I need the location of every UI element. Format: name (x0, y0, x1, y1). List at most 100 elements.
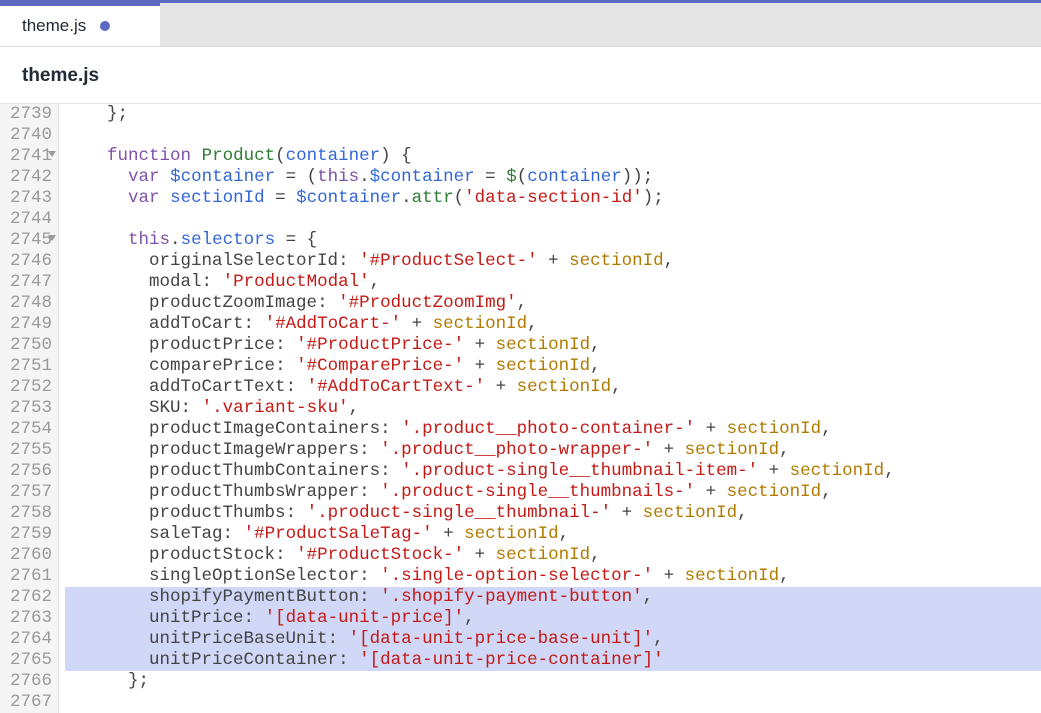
line-number[interactable]: 2757 (10, 482, 52, 503)
line-number[interactable]: 2748 (10, 293, 52, 314)
code-line[interactable] (65, 125, 1041, 146)
code-line[interactable]: productPrice: '#ProductPrice-' + section… (65, 335, 1041, 356)
tab-bar: theme.js (0, 3, 1041, 47)
code-line[interactable]: addToCartText: '#AddToCartText-' + secti… (65, 377, 1041, 398)
line-number[interactable]: 2744 (10, 209, 52, 230)
line-number[interactable]: 2758 (10, 503, 52, 524)
line-number[interactable]: 2742 (10, 167, 52, 188)
line-number[interactable]: 2756 (10, 461, 52, 482)
code-token: , (779, 440, 790, 460)
code-line[interactable]: productThumbContainers: '.product-single… (65, 461, 1041, 482)
code-token: '#ProductSaleTag-' (244, 524, 433, 544)
code-token: + (401, 314, 433, 334)
line-number[interactable]: 2752 (10, 377, 52, 398)
code-token: : (275, 545, 296, 565)
code-token: = (475, 167, 507, 187)
code-line[interactable]: productThumbs: '.product-single__thumbna… (65, 503, 1041, 524)
code-token: productThumbContainers (149, 461, 380, 481)
line-number[interactable]: 2740 (10, 125, 52, 146)
code-token: sectionId (464, 524, 559, 544)
code-token: singleOptionSelector (149, 566, 359, 586)
line-number[interactable]: 2747 (10, 272, 52, 293)
code-token: : (244, 314, 265, 334)
modified-indicator-icon (100, 21, 110, 31)
code-token: unitPriceBaseUnit (149, 629, 328, 649)
line-number[interactable]: 2760 (10, 545, 52, 566)
line-number[interactable]: 2745 (10, 230, 52, 251)
code-line[interactable]: productZoomImage: '#ProductZoomImg', (65, 293, 1041, 314)
code-token: : (244, 608, 265, 628)
code-token: , (643, 587, 654, 607)
code-line[interactable]: productStock: '#ProductStock-' + section… (65, 545, 1041, 566)
line-number[interactable]: 2739 (10, 104, 52, 125)
tab-theme-js[interactable]: theme.js (0, 3, 160, 46)
code-line[interactable]: comparePrice: '#ComparePrice-' + section… (65, 356, 1041, 377)
code-line[interactable]: productImageContainers: '.product__photo… (65, 419, 1041, 440)
code-editor[interactable]: 2739274027412742274327442745274627472748… (0, 104, 1041, 713)
code-line[interactable]: unitPriceBaseUnit: '[data-unit-price-bas… (65, 629, 1041, 650)
code-token (160, 167, 171, 187)
line-number[interactable]: 2762 (10, 587, 52, 608)
breadcrumb[interactable]: theme.js (0, 47, 1041, 104)
code-line[interactable]: originalSelectorId: '#ProductSelect-' + … (65, 251, 1041, 272)
line-number[interactable]: 2764 (10, 629, 52, 650)
line-number[interactable]: 2759 (10, 524, 52, 545)
code-token: 'ProductModal' (223, 272, 370, 292)
code-line[interactable] (65, 692, 1041, 713)
code-token: SKU (149, 398, 181, 418)
line-number[interactable]: 2743 (10, 188, 52, 209)
code-line[interactable]: this.selectors = { (65, 230, 1041, 251)
line-number[interactable]: 2746 (10, 251, 52, 272)
breadcrumb-file: theme.js (22, 65, 99, 86)
code-line[interactable]: unitPrice: '[data-unit-price]', (65, 608, 1041, 629)
code-line[interactable]: shopifyPaymentButton: '.shopify-payment-… (65, 587, 1041, 608)
line-number[interactable]: 2754 (10, 419, 52, 440)
code-token: , (590, 545, 601, 565)
code-token: '#ProductZoomImg' (338, 293, 517, 313)
code-token: '.product-single__thumbnail-item-' (401, 461, 758, 481)
code-line[interactable] (65, 209, 1041, 230)
line-number[interactable]: 2755 (10, 440, 52, 461)
line-number-gutter[interactable]: 2739274027412742274327442745274627472748… (0, 104, 59, 713)
code-line[interactable]: }; (65, 104, 1041, 125)
line-number[interactable]: 2763 (10, 608, 52, 629)
line-number[interactable]: 2750 (10, 335, 52, 356)
code-line[interactable]: SKU: '.variant-sku', (65, 398, 1041, 419)
code-token: , (821, 482, 832, 502)
code-token: ) (380, 146, 391, 166)
code-token: $container (170, 167, 275, 187)
code-line[interactable]: }; (65, 671, 1041, 692)
code-content[interactable]: }; function Product(container) { var $co… (59, 104, 1041, 713)
code-line[interactable]: saleTag: '#ProductSaleTag-' + sectionId, (65, 524, 1041, 545)
code-token: unitPrice (149, 608, 244, 628)
line-number[interactable]: 2761 (10, 566, 52, 587)
code-line[interactable]: unitPriceContainer: '[data-unit-price-co… (65, 650, 1041, 671)
code-line[interactable]: var sectionId = $container.attr('data-se… (65, 188, 1041, 209)
code-line[interactable]: productThumbsWrapper: '.product-single__… (65, 482, 1041, 503)
code-token: : (275, 356, 296, 376)
line-number[interactable]: 2741 (10, 146, 52, 167)
code-token: productPrice (149, 335, 275, 355)
code-token: = (265, 188, 297, 208)
fold-icon[interactable] (48, 235, 56, 241)
code-token: . (359, 167, 370, 187)
code-line[interactable]: var $container = (this.$container = $(co… (65, 167, 1041, 188)
code-line[interactable]: singleOptionSelector: '.single-option-se… (65, 566, 1041, 587)
line-number[interactable]: 2765 (10, 650, 52, 671)
code-line[interactable]: addToCart: '#AddToCart-' + sectionId, (65, 314, 1041, 335)
code-token: '.single-option-selector-' (380, 566, 653, 586)
code-token: )); (622, 167, 654, 187)
line-number[interactable]: 2767 (10, 692, 52, 713)
code-line[interactable]: function Product(container) { (65, 146, 1041, 167)
code-token: : (359, 482, 380, 502)
line-number[interactable]: 2751 (10, 356, 52, 377)
code-token: sectionId (727, 482, 822, 502)
code-line[interactable]: modal: 'ProductModal', (65, 272, 1041, 293)
line-number[interactable]: 2753 (10, 398, 52, 419)
fold-icon[interactable] (48, 151, 56, 157)
code-line[interactable]: productImageWrappers: '.product__photo-w… (65, 440, 1041, 461)
code-token: productThumbsWrapper (149, 482, 359, 502)
line-number[interactable]: 2766 (10, 671, 52, 692)
code-token: , (653, 629, 664, 649)
line-number[interactable]: 2749 (10, 314, 52, 335)
